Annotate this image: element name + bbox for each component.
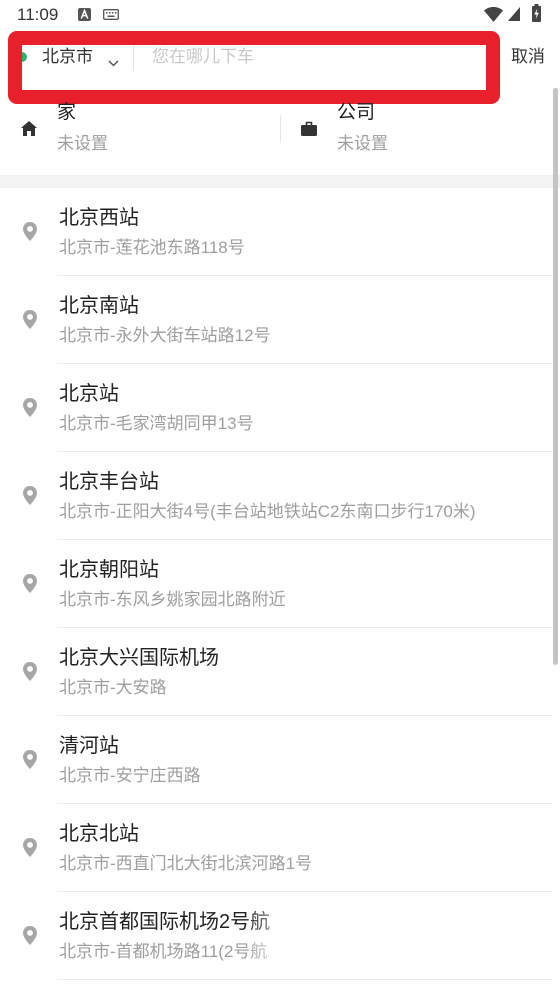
- shortcut-home[interactable]: 家 未设置: [21, 98, 291, 168]
- shortcut-divider: [280, 115, 281, 143]
- fade-overlay: [245, 900, 552, 970]
- origin-dot: [17, 52, 27, 62]
- shortcut-company[interactable]: 公司 未设置: [301, 98, 541, 168]
- section-separator: [0, 175, 560, 188]
- place-item[interactable]: 北京朝阳站 北京市-东风乡姚家园北路附近: [0, 540, 560, 628]
- city-label: 北京市: [42, 47, 93, 66]
- shortcut-home-label: 家: [57, 102, 77, 123]
- place-item[interactable]: 北京西站 北京市-莲花池东路118号: [0, 188, 560, 276]
- chevron-down-icon: [108, 54, 119, 72]
- place-address: 北京市-莲花池东路118号: [59, 238, 245, 257]
- location-pin-icon: [23, 310, 37, 334]
- status-bar: 11:09: [0, 0, 560, 30]
- place-title: 北京北站: [59, 823, 139, 845]
- shortcut-company-status: 未设置: [337, 134, 388, 153]
- place-address: 北京市-安宁庄西路: [59, 766, 201, 785]
- place-address: 北京市-西直门北大街北滨河路1号: [59, 854, 313, 873]
- place-title: 北京大兴国际机场: [59, 647, 219, 669]
- keyboard-icon: [103, 9, 119, 20]
- status-time: 11:09: [17, 5, 59, 24]
- list-divider: [57, 979, 552, 980]
- place-item[interactable]: 清河站 北京市-安宁庄西路: [0, 716, 560, 804]
- location-pin-icon: [23, 574, 37, 598]
- location-pin-icon: [23, 750, 37, 774]
- place-title: 北京站: [59, 383, 119, 405]
- battery-charging-icon: [532, 4, 541, 22]
- home-icon: [21, 121, 37, 141]
- place-title: 清河站: [59, 735, 119, 757]
- place-item[interactable]: 北京丰台站 北京市-正阳大街4号(丰台站地铁站C2东南口步行170米): [0, 452, 560, 540]
- location-pin-icon: [23, 486, 37, 510]
- place-item[interactable]: 北京首都国际机场2号航 北京市-首都机场路11(2号航: [0, 892, 560, 980]
- location-pin-icon: [23, 222, 37, 246]
- location-pin-icon: [23, 926, 37, 950]
- place-item[interactable]: 北京南站 北京市-永外大街车站路12号: [0, 276, 560, 364]
- signal-icon: [508, 7, 520, 21]
- cancel-button[interactable]: 取消: [511, 46, 545, 68]
- city-selector[interactable]: 北京市: [42, 46, 122, 68]
- place-address: 北京市-首都机场路11(2号航: [59, 942, 268, 961]
- search-divider: [133, 45, 134, 71]
- shortcut-home-status: 未设置: [57, 134, 108, 153]
- place-title: 北京首都国际机场2号航: [59, 911, 271, 933]
- place-address: 北京市-东风乡姚家园北路附近: [59, 590, 286, 609]
- place-list: 北京西站 北京市-莲花池东路118号 北京南站 北京市-永外大街车站路12号 北…: [0, 188, 560, 980]
- location-pin-icon: [23, 662, 37, 686]
- place-title: 北京丰台站: [59, 471, 159, 493]
- place-item[interactable]: 北京大兴国际机场 北京市-大安路: [0, 628, 560, 716]
- place-item[interactable]: 北京北站 北京市-西直门北大街北滨河路1号: [0, 804, 560, 892]
- place-title: 北京朝阳站: [59, 559, 159, 581]
- place-address: 北京市-正阳大街4号(丰台站地铁站C2东南口步行170米): [59, 502, 476, 521]
- briefcase-icon: [301, 121, 317, 141]
- location-pin-icon: [23, 838, 37, 862]
- place-address: 北京市-毛家湾胡同甲13号: [59, 414, 254, 433]
- scrollbar[interactable]: [553, 88, 558, 665]
- place-item[interactable]: 北京站 北京市-毛家湾胡同甲13号: [0, 364, 560, 452]
- location-pin-icon: [23, 398, 37, 422]
- place-title: 北京西站: [59, 207, 139, 229]
- shortcut-company-label: 公司: [337, 102, 376, 123]
- place-title: 北京南站: [59, 295, 139, 317]
- app-notification-icon: [78, 8, 91, 21]
- destination-search-input[interactable]: [152, 45, 472, 69]
- wifi-icon: [484, 7, 503, 22]
- place-address: 北京市-大安路: [59, 678, 167, 697]
- place-address: 北京市-永外大街车站路12号: [59, 326, 271, 345]
